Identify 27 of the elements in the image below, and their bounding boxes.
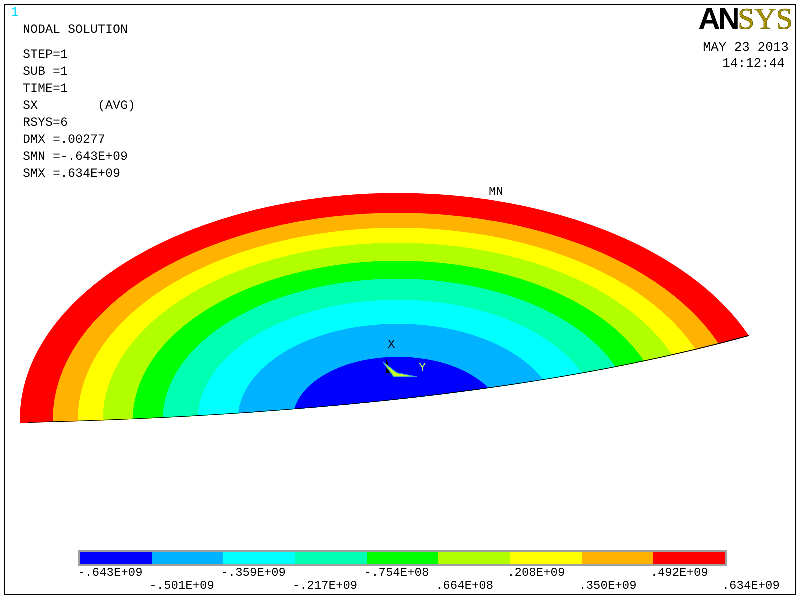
time-text: 14:12:44 (722, 56, 785, 72)
info-text: STEP=1 (23, 47, 70, 64)
legend-value: .664E+08 (436, 580, 494, 593)
legend-value: -.217E+09 (292, 580, 358, 593)
legend-value: -.501E+09 (150, 580, 214, 593)
legend-value: .634E+09 (722, 580, 780, 593)
info-text: SX (AVG) (23, 98, 136, 115)
window-number: 1 (11, 5, 19, 20)
logo: ANSYS (698, 6, 793, 34)
legend-value: -.359E+09 (221, 567, 286, 580)
plot-title: NODAL SOLUTION (23, 22, 130, 39)
legend-value: .350E+09 (579, 580, 637, 593)
axis-label: Y (419, 361, 426, 375)
info-text: SMN =-.643E+09 (23, 149, 130, 166)
axis-label: X (388, 338, 396, 352)
axis-triad-icon (382, 357, 418, 378)
info-text: RSYS=6 (23, 115, 70, 132)
legend-value: .208E+09 (508, 567, 566, 580)
info-text: DMX =.00277 (23, 132, 107, 149)
info-text: SMX =.634E+09 (23, 166, 122, 183)
min-marker-label: MN (489, 185, 504, 199)
info-text: SUB =1 (23, 64, 70, 81)
info-text: TIME=1 (23, 81, 70, 98)
legend-value: -.754E+08 (364, 567, 430, 580)
legend-value: .492E+09 (650, 567, 708, 580)
legend-value: -.643E+09 (78, 567, 143, 580)
date-text: MAY 23 2013 (703, 40, 789, 56)
